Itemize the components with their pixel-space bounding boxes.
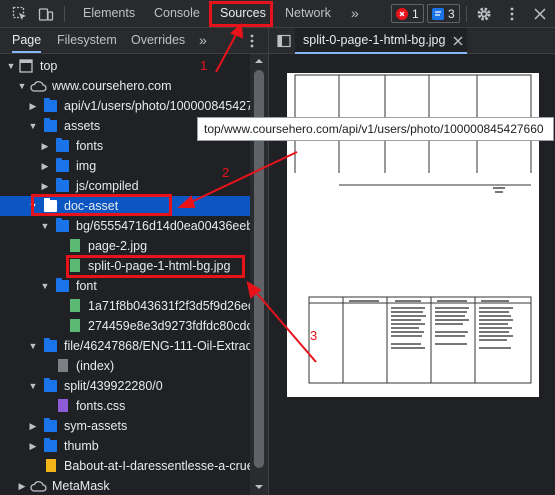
annotation-arrow-3 (253, 289, 317, 363)
annotation-arrowhead-2 (177, 195, 196, 208)
annotation-number-2: 2 (222, 165, 229, 180)
annotation-arrowhead-1 (230, 22, 244, 39)
annotation-number-3: 3 (310, 328, 317, 343)
annotation-number-1: 1 (200, 58, 207, 73)
annotation-arrow-2 (186, 151, 298, 205)
annotation-arrow-1 (215, 30, 239, 73)
annotation-arrows: 1 2 3 (177, 22, 317, 363)
